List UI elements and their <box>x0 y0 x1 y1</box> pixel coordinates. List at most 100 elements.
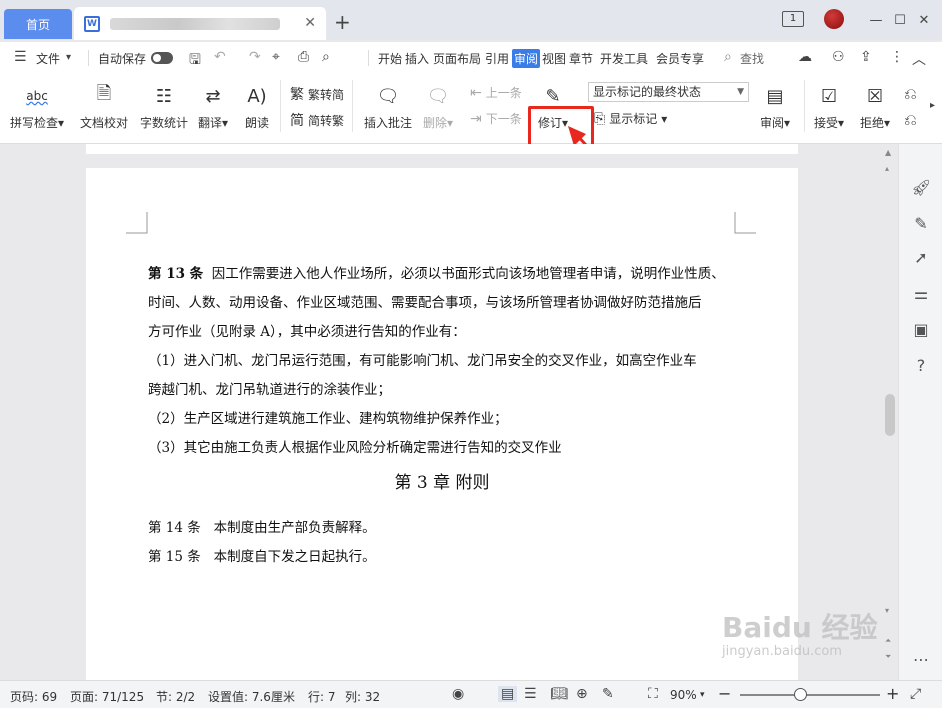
reject-button[interactable]: ☒ 拒绝▾ <box>860 82 890 131</box>
previous-item-label: 上一条 <box>485 86 522 100</box>
print-icon[interactable]: ⎙ <box>298 49 309 65</box>
print-preview-icon[interactable]: ⌕ <box>322 49 330 65</box>
accept-button[interactable]: ☑ 接受▾ <box>814 82 844 131</box>
article-15-text: 本制度自下发之日起执行。 <box>213 549 376 565</box>
backup-icon[interactable]: ▣ <box>911 320 931 339</box>
article-15-label: 第 15 条 <box>148 549 201 565</box>
web-view-icon[interactable]: ⊕ <box>576 686 588 702</box>
adjust-icon[interactable]: ⚌ <box>911 284 931 303</box>
close-tab-icon[interactable]: ✕ <box>304 15 316 31</box>
menu-chapter[interactable]: 章节 <box>569 50 593 67</box>
markup-mode-select[interactable]: 显示标记的最终状态 ▼ <box>588 82 749 102</box>
collaborate-icon[interactable]: ⚇ <box>832 49 845 65</box>
cursor-icon[interactable]: ➚ <box>911 248 931 267</box>
undo-icon[interactable]: ↶ <box>214 49 226 65</box>
menu-page-layout[interactable]: 页面布局 <box>433 50 481 67</box>
scroll-down-icon[interactable]: ▾ <box>885 606 889 615</box>
menu-developer[interactable]: 开发工具 <box>600 50 648 67</box>
page-view-icon[interactable]: ▤ <box>498 686 518 702</box>
section-status[interactable]: 节: 2/2 <box>156 688 195 705</box>
menu-member[interactable]: 会员专享 <box>656 50 704 67</box>
document-tab[interactable]: W ✕ <box>74 7 326 40</box>
scroll-up-icon[interactable]: ▴ <box>885 164 889 173</box>
article-14-text: 本制度由生产部负责解释。 <box>213 520 376 536</box>
review-pane-icon: ▤ <box>766 85 784 107</box>
fit-page-icon[interactable]: ⛶ <box>648 686 658 702</box>
prev-page-icon[interactable]: ⏶ <box>885 636 891 646</box>
zoom-in-icon[interactable]: + <box>886 684 899 703</box>
accept-label: 接受▾ <box>814 116 845 130</box>
format-painter-icon[interactable]: ⌖ <box>272 49 280 65</box>
collapse-ribbon-icon[interactable]: ︿ <box>912 49 926 69</box>
maximize-icon[interactable]: ☐ <box>888 9 912 31</box>
more-icon[interactable]: ⋯ <box>911 650 931 669</box>
close-window-icon[interactable]: ✕ <box>912 9 936 31</box>
word-count-button[interactable]: ☷ 字数统计 <box>140 82 188 131</box>
insert-comment-button[interactable]: 🗨 插入批注 <box>364 82 412 131</box>
simp-to-trad-button[interactable]: 简简转繁 <box>290 110 344 130</box>
zoom-level[interactable]: 90% <box>670 688 697 702</box>
trad-to-simp-button[interactable]: 繁繁转简 <box>290 84 344 104</box>
chevron-down-icon[interactable]: ▾ <box>66 52 71 63</box>
help-icon[interactable]: ? <box>911 356 931 375</box>
document-body[interactable]: 第 13 条 因工作需要进入他人作业场所，必须以书面形式向该场地管理者申请，说明… <box>148 260 748 463</box>
read-aloud-label: 朗读 <box>244 116 269 130</box>
read-aloud-button[interactable]: A) 朗读 <box>243 82 271 131</box>
previous-item-button[interactable]: ⇤ 上一条 <box>470 84 522 101</box>
outline-view-icon[interactable]: ☰ <box>524 686 537 702</box>
menu-review[interactable]: 审阅 <box>512 49 541 68</box>
search-label[interactable]: 查找 <box>740 50 764 67</box>
next-page-icon[interactable]: ⏷ <box>885 652 891 662</box>
article-14-line: 第 14 条 本制度由生产部负责解释。 <box>148 514 376 543</box>
menu-references[interactable]: 引用 <box>485 50 509 67</box>
minimize-icon[interactable]: — <box>864 9 888 31</box>
zoom-chevron-icon[interactable]: ▾ <box>700 690 705 700</box>
save-icon[interactable]: 🖫 <box>189 49 201 73</box>
review-pane-button[interactable]: ▤ 审阅▾ <box>760 82 790 131</box>
next-item-button[interactable]: ⇥ 下一条 <box>470 110 522 127</box>
menu-start[interactable]: 开始 <box>378 50 402 67</box>
menu-insert[interactable]: 插入 <box>405 50 429 67</box>
zoom-slider-track[interactable] <box>740 694 880 696</box>
new-tab-button[interactable]: + <box>334 10 351 34</box>
zoom-out-icon[interactable]: − <box>718 684 731 703</box>
doc-proof-button[interactable]: 🗎 文档校对 <box>80 82 128 131</box>
hamburger-menu-icon[interactable]: ☰ <box>14 49 27 65</box>
position-status[interactable]: 设置值: 7.6厘米 <box>208 688 295 705</box>
vertical-scrollbar[interactable]: ▲ ▴ ▾ ⏶ ⏷ <box>882 144 896 680</box>
paragraph-line: （2）生产区域进行建筑施工作业、建构筑物维护保养作业； <box>148 411 508 427</box>
review-ribbon: abc 拼写检查▾ 🗎 文档校对 ☷ 字数统计 ⇄ 翻译▾ A) 朗读 繁繁转简… <box>0 74 942 144</box>
more-menu-icon[interactable]: ⋮ <box>890 49 904 65</box>
write-view-icon[interactable]: ✎ <box>602 686 614 702</box>
rocket-icon[interactable]: 🚀︎ <box>911 178 931 197</box>
pen-icon[interactable]: ✎ <box>911 214 931 233</box>
spell-check-button[interactable]: abc 拼写检查▾ <box>10 82 64 131</box>
page-number-status[interactable]: 页面: 71/125 <box>70 688 144 705</box>
fullscreen-icon[interactable]: ⤢ <box>910 686 921 702</box>
share-icon[interactable]: ⇪ <box>860 49 872 65</box>
cloud-sync-icon[interactable]: ☁ <box>798 49 812 65</box>
zoom-slider-knob[interactable] <box>794 688 807 701</box>
scrollbar-thumb[interactable] <box>885 394 895 436</box>
menu-view[interactable]: 视图 <box>542 50 566 67</box>
file-menu[interactable]: 文件 <box>36 50 60 67</box>
user-avatar[interactable] <box>824 9 844 29</box>
autosave-toggle[interactable] <box>151 52 173 64</box>
home-tab[interactable]: 首页 <box>4 9 72 39</box>
tab-count-icon[interactable]: 1 <box>782 11 804 27</box>
restrict-edit-icon[interactable]: ⎌ <box>904 110 917 130</box>
reading-view-icon[interactable]: 📖︎ <box>550 686 568 702</box>
eye-protection-icon[interactable]: ◉ <box>452 686 464 702</box>
scroll-up-icon[interactable]: ▲ <box>885 148 891 157</box>
search-icon[interactable]: ⌕ <box>724 49 732 65</box>
document-canvas[interactable]: 第 13 条 因工作需要进入他人作业场所，必须以书面形式向该场地管理者申请，说明… <box>0 144 898 680</box>
document-page[interactable]: 第 13 条 因工作需要进入他人作业场所，必须以书面形式向该场地管理者申请，说明… <box>86 168 798 680</box>
ribbon-scroll-right-icon[interactable]: ▸ <box>930 100 935 111</box>
separator <box>88 50 89 66</box>
redo-icon[interactable]: ↷ <box>249 49 261 65</box>
translate-button[interactable]: ⇄ 翻译▾ <box>198 82 228 131</box>
delete-comment-button[interactable]: 🗨 删除▾ <box>423 82 453 131</box>
page-code-status[interactable]: 页码: 69 <box>10 688 57 705</box>
compare-icon[interactable]: ⎌ <box>904 84 917 104</box>
paragraph-line: （3）其它由施工负责人根据作业风险分析确定需进行告知的交叉作业 <box>148 440 562 456</box>
